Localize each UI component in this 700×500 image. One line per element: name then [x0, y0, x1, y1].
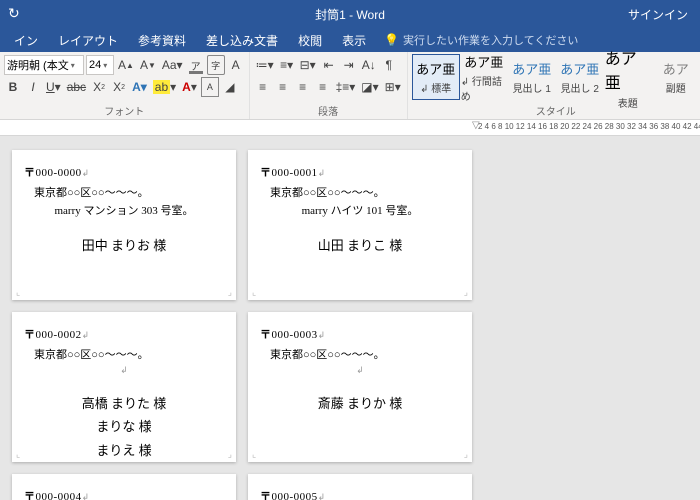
envelope-page[interactable]: 〒000-0003↲ 東京都○○区○○～～～。 ↲ 斎藤 まりか 様 ⌞ ⌟ — [248, 312, 472, 462]
phonetic-guide-icon[interactable]: ア — [187, 55, 205, 75]
strike-button[interactable]: abc — [65, 77, 88, 97]
envelope-page[interactable]: 〒000-0000↲ 東京都○○区○○～～～。 marry マンション 303 号室… — [12, 150, 236, 300]
change-case-icon[interactable]: Aa▾ — [160, 55, 185, 75]
group-label-font: フォント — [4, 102, 245, 119]
superscript-button[interactable]: X2 — [110, 77, 128, 97]
numbering-icon[interactable]: ≡▾ — [278, 55, 296, 75]
page-corner-icon: ⌟ — [228, 287, 232, 298]
title-bar: ↻ 封筒1 - Word サインイン — [0, 0, 700, 28]
sort-icon[interactable]: A↓ — [360, 55, 378, 75]
subscript-button[interactable]: X2 — [90, 77, 108, 97]
style-heading2[interactable]: あア亜見出し 2 — [556, 54, 604, 100]
postal-code: 〒000-0005↲ — [260, 488, 460, 500]
increase-font-icon[interactable]: A▲ — [116, 55, 136, 75]
increase-indent-icon[interactable]: ⇥ — [340, 55, 358, 75]
decrease-font-icon[interactable]: A▼ — [138, 55, 158, 75]
style-title[interactable]: あア亜表題 — [604, 54, 652, 100]
page-corner-icon: ⌟ — [464, 449, 468, 460]
address-line-2: ↲ — [260, 364, 460, 376]
ribbon: 游明朝 (本文 24 A▲ A▼ Aa▾ ア 字 A B I U▾ abc X2… — [0, 52, 700, 120]
tab-view[interactable]: 表示 — [332, 28, 376, 52]
show-marks-icon[interactable]: ¶ — [380, 55, 398, 75]
address-line-1: 東京都○○区○○～～～。 — [270, 346, 460, 362]
clear-format-icon[interactable]: A — [227, 55, 245, 75]
style-normal[interactable]: あア亜↲ 標準 — [412, 54, 460, 100]
styles-gallery[interactable]: あア亜↲ 標準 あア亜↲ 行間詰め あア亜見出し 1 あア亜見出し 2 あア亜表… — [412, 54, 700, 100]
address-line-1: 東京都○○区○○～～～。 — [34, 346, 224, 362]
font-color-icon[interactable]: A▾ — [180, 77, 199, 97]
tab-mailings[interactable]: 差し込み文書 — [196, 28, 288, 52]
bulb-icon: 💡 — [384, 33, 399, 47]
address-line-1: 東京都○○区○○～～～。 — [34, 184, 224, 200]
envelope-page[interactable]: 〒000-0005↲東京都○○区○○～～～。↲川野 まりお 様まりこ⌞⌟ — [248, 474, 472, 500]
decrease-indent-icon[interactable]: ⇤ — [320, 55, 338, 75]
tab-layout[interactable]: レイアウト — [48, 28, 128, 52]
align-center-icon[interactable]: ≡ — [274, 77, 292, 97]
ruler-numbers: 2 4 6 8 10 12 14 16 18 20 22 24 26 28 30… — [478, 122, 700, 131]
envelope-page[interactable]: 〒000-0004↲東京都○○区○○～～～。↲小西 まりー 様⌞⌟ — [12, 474, 236, 500]
envelope-page[interactable]: 〒000-0001↲ 東京都○○区○○～～～。 marry ハイツ 101 号室。山… — [248, 150, 472, 300]
address-line-1: 東京都○○区○○～～～。 — [270, 184, 460, 200]
window-title: 封筒1 - Word — [315, 6, 385, 23]
line-spacing-icon[interactable]: ‡≡▾ — [334, 77, 358, 97]
borders-icon[interactable]: ⊞▾ — [383, 77, 403, 97]
ruler[interactable]: ▽ 2 4 6 8 10 12 14 16 18 20 22 24 26 28 … — [0, 120, 700, 136]
recipient-names: 山田 まりこ 様 — [260, 234, 460, 257]
postal-code: 〒000-0004↲ — [24, 488, 224, 500]
document-canvas[interactable]: 〒000-0000↲ 東京都○○区○○～～～。 marry マンション 303 号室… — [0, 136, 700, 500]
group-font: 游明朝 (本文 24 A▲ A▼ Aa▾ ア 字 A B I U▾ abc X2… — [0, 52, 250, 119]
postal-code: 〒000-0002↲ — [24, 326, 224, 342]
style-heading1[interactable]: あア亜見出し 1 — [508, 54, 556, 100]
text-effects-icon[interactable]: A▾ — [130, 77, 149, 97]
align-left-icon[interactable]: ≡ — [254, 77, 272, 97]
postal-code: 〒000-0000↲ — [24, 164, 224, 180]
multilevel-icon[interactable]: ⊟▾ — [298, 55, 318, 75]
enclose-char-icon[interactable]: 字 — [207, 55, 225, 75]
address-line-2: marry マンション 303 号室。 — [24, 202, 224, 218]
group-label-paragraph: 段落 — [254, 102, 403, 119]
underline-button[interactable]: U▾ — [44, 77, 63, 97]
group-styles: あア亜↲ 標準 あア亜↲ 行間詰め あア亜見出し 1 あア亜見出し 2 あア亜表… — [408, 52, 700, 119]
bullets-icon[interactable]: ≔▾ — [254, 55, 276, 75]
style-nospacing[interactable]: あア亜↲ 行間詰め — [460, 54, 508, 100]
address-line-2: marry ハイツ 101 号室。 — [260, 202, 460, 218]
recipient-names: 田中 まりお 様 — [24, 234, 224, 257]
page-corner-icon: ⌞ — [16, 287, 20, 298]
address-line-2: ↲ — [24, 364, 224, 376]
shading-icon[interactable]: ◪▾ — [359, 77, 380, 97]
group-label-styles: スタイル — [412, 102, 700, 119]
align-justify-icon[interactable]: ≡ — [314, 77, 332, 97]
highlight-icon[interactable]: ab▾ — [151, 77, 178, 97]
tab-design[interactable]: イン — [4, 28, 48, 52]
page-corner-icon: ⌞ — [252, 287, 256, 298]
page-corner-icon: ⌟ — [228, 449, 232, 460]
envelope-page[interactable]: 〒000-0002↲ 東京都○○区○○～～～。 ↲ 高橋 まりた 様まりな 様まりえ … — [12, 312, 236, 462]
italic-button[interactable]: I — [24, 77, 42, 97]
char-border-icon[interactable]: A — [201, 77, 219, 97]
font-name-select[interactable]: 游明朝 (本文 — [4, 55, 84, 75]
signin-link[interactable]: サインイン — [628, 6, 688, 23]
tab-review[interactable]: 校閲 — [288, 28, 332, 52]
style-subtitle[interactable]: あア副題 — [652, 54, 700, 100]
recipient-names: 高橋 まりた 様まりな 様まりえ 様 — [24, 392, 224, 462]
recipient-names: 斎藤 まりか 様 — [260, 392, 460, 415]
page-corner-icon: ⌞ — [16, 449, 20, 460]
tab-references[interactable]: 参考資料 — [128, 28, 196, 52]
char-shading-icon[interactable]: ◢ — [221, 77, 239, 97]
page-corner-icon: ⌞ — [252, 449, 256, 460]
tell-me[interactable]: 💡実行したい作業を入力してください — [384, 32, 578, 48]
align-right-icon[interactable]: ≡ — [294, 77, 312, 97]
font-size-select[interactable]: 24 — [86, 55, 114, 75]
postal-code: 〒000-0001↲ — [260, 164, 460, 180]
bold-button[interactable]: B — [4, 77, 22, 97]
page-corner-icon: ⌟ — [464, 287, 468, 298]
group-paragraph: ≔▾ ≡▾ ⊟▾ ⇤ ⇥ A↓ ¶ ≡ ≡ ≡ ≡ ‡≡▾ ◪▾ ⊞▾ 段落 — [250, 52, 408, 119]
postal-code: 〒000-0003↲ — [260, 326, 460, 342]
ribbon-tabs: イン レイアウト 参考資料 差し込み文書 校閲 表示 💡実行したい作業を入力して… — [0, 28, 700, 52]
quickaccess-refresh-icon[interactable]: ↻ — [8, 5, 20, 22]
